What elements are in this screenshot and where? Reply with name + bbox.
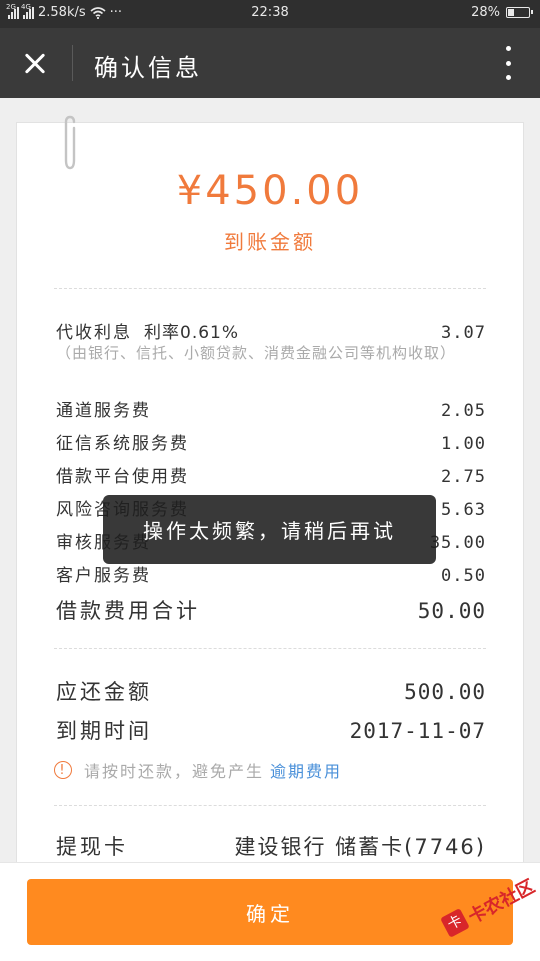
interest-row: 代收利息 利率0.61% 3.07 (56, 318, 486, 343)
received-amount-label: 到账金额 (224, 230, 316, 254)
fee-value: 2.05 (441, 401, 486, 421)
fee-row: 客户服务费 0.50 (56, 561, 486, 586)
interest-value: 3.07 (441, 323, 486, 343)
divider (54, 288, 486, 289)
fee-label: 客户服务费 (56, 566, 151, 586)
fee-value: 5.63 (441, 500, 486, 520)
fee-row: 通道服务费 2.05 (56, 396, 486, 421)
interest-label: 代收利息 (56, 323, 132, 343)
interest-note: （由银行、信托、小额贷款、消费金融公司等机构收取） (56, 344, 457, 362)
fee-total-row: 借款费用合计 50.00 (56, 595, 486, 625)
due-date-row: 到期时间 2017-11-07 (56, 715, 486, 745)
status-right: 28% (471, 5, 533, 20)
fee-label: 通道服务费 (56, 401, 151, 421)
fee-total-value: 50.00 (417, 599, 486, 623)
fee-label: 征信系统服务费 (56, 434, 189, 454)
fee-row: 征信系统服务费 1.00 (56, 429, 486, 454)
overdue-fee-link[interactable]: 逾期费用 (270, 758, 342, 782)
fee-value: 0.50 (441, 566, 486, 586)
warning-text: 请按时还款，避免产生 (84, 762, 265, 781)
due-date-label: 到期时间 (56, 719, 152, 743)
withdraw-card-label: 提现卡 (56, 835, 128, 859)
battery-icon (506, 7, 533, 18)
repay-row: 应还金额 500.00 (56, 676, 486, 706)
interest-rate: 利率0.61% (144, 323, 240, 343)
title-bar: 确认信息 (0, 28, 540, 98)
withdraw-card-row[interactable]: 提现卡 建设银行 储蓄卡(7746) (56, 831, 486, 861)
clock: 22:38 (251, 5, 289, 20)
fee-label: 借款平台使用费 (56, 467, 189, 487)
fee-value: 2.75 (441, 467, 486, 487)
more-vertical-icon[interactable] (498, 46, 518, 80)
battery-percent: 28% (471, 5, 500, 20)
due-date-value: 2017-11-07 (349, 719, 486, 743)
fee-row: 借款平台使用费 2.75 (56, 462, 486, 487)
divider (54, 805, 486, 806)
battery-level (508, 9, 515, 16)
title-divider (72, 45, 73, 81)
received-amount: ¥450.00 (176, 168, 364, 214)
fee-total-label: 借款费用合计 (56, 599, 200, 623)
warning-icon: ! (54, 761, 72, 779)
overdue-warning: ! 请按时还款，避免产生 逾期费用 (54, 758, 342, 782)
watermark-logo: 卡 (440, 908, 470, 938)
page-title: 确认信息 (94, 54, 202, 82)
divider (54, 648, 486, 649)
repay-value: 500.00 (404, 680, 486, 704)
fee-value: 35.00 (429, 533, 486, 553)
status-bar: 2G 4G 2.58k/s ··· 22:38 28% (0, 0, 540, 28)
paperclip-icon (64, 115, 76, 170)
close-icon[interactable] (14, 42, 56, 84)
fee-value: 1.00 (441, 434, 486, 454)
withdraw-card-value: 建设银行 储蓄卡(7746) (234, 835, 486, 859)
repay-label: 应还金额 (56, 680, 152, 704)
toast-message: 操作太频繁，请稍后再试 (103, 495, 436, 564)
